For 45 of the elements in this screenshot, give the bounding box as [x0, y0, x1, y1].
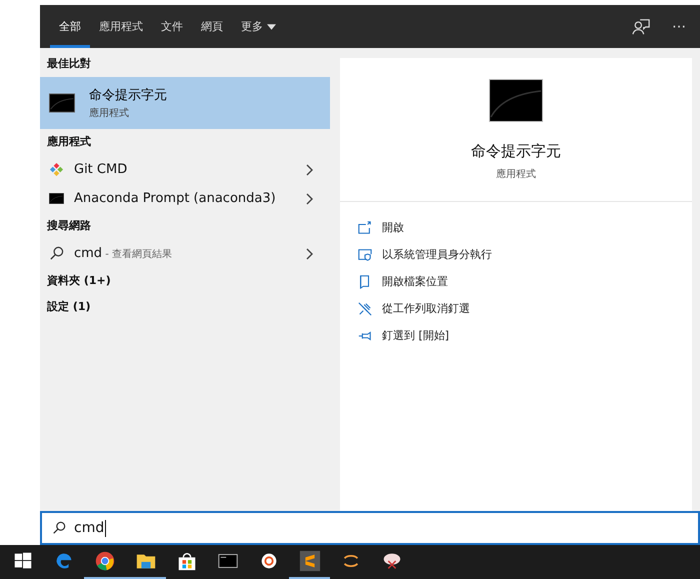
unpin-icon — [358, 302, 372, 316]
diamond-icon — [49, 162, 64, 177]
result-name: Git CMD — [74, 162, 128, 177]
tab[interactable]: 文件 — [152, 5, 192, 48]
tab[interactable]: 應用程式 — [90, 5, 152, 48]
folder-icon — [358, 274, 372, 288]
result-item[interactable]: 命令提示字元 應用程式 — [40, 77, 330, 129]
tab[interactable]: 更多 — [232, 5, 285, 48]
result-item[interactable]: cmd - 查看網頁結果 — [40, 239, 330, 268]
section-header: 應用程式 — [46, 134, 92, 150]
shield-icon — [358, 248, 372, 262]
tab[interactable]: 全部 — [50, 5, 90, 48]
app-type: 應用程式 — [496, 168, 536, 181]
feedback-icon[interactable] — [632, 18, 650, 36]
result-item[interactable]: Git CMD — [40, 155, 330, 184]
terminal-icon — [489, 79, 543, 122]
result-name: cmd - 查看網頁結果 — [74, 246, 174, 261]
chevron-icon[interactable] — [306, 164, 314, 176]
action-item[interactable]: 開啟 — [358, 214, 692, 241]
browser-icon — [94, 550, 116, 572]
action-item[interactable]: 釘選到 [開始] — [358, 322, 692, 349]
editor-icon — [298, 550, 320, 572]
result-type: 應用程式 — [89, 106, 130, 120]
terminal-icon — [49, 193, 64, 204]
action-item[interactable]: 以系統管理員身分執行 — [358, 241, 692, 268]
section-header: 資料夾 (1+) — [46, 273, 112, 289]
terminal-icon — [49, 93, 75, 113]
pin-icon — [358, 328, 372, 342]
result-name: 命令提示字元 — [89, 87, 167, 104]
search-field[interactable]: cmd — [40, 511, 700, 545]
result-name: Anaconda Prompt (anaconda3) — [74, 191, 277, 206]
action-item[interactable]: 從工作列取消釘選 — [358, 295, 692, 322]
window-icon — [358, 220, 372, 234]
search-icon — [52, 521, 66, 535]
chevron-icon[interactable] — [306, 248, 314, 260]
section-header: 設定 (1) — [46, 299, 92, 315]
action-item[interactable]: 開啟檔案位置 — [358, 268, 692, 295]
search-icon — [49, 246, 64, 261]
result-item[interactable]: Anaconda Prompt (anaconda3) — [40, 184, 330, 213]
tab[interactable]: 網頁 — [192, 5, 232, 48]
more-button[interactable]: ⋯ — [672, 18, 686, 34]
section-header: 搜尋網路 — [46, 218, 92, 234]
app-title: 命令提示字元 — [471, 142, 561, 161]
section-header: 最佳比對 — [46, 56, 92, 72]
chevron-icon[interactable] — [306, 192, 314, 204]
